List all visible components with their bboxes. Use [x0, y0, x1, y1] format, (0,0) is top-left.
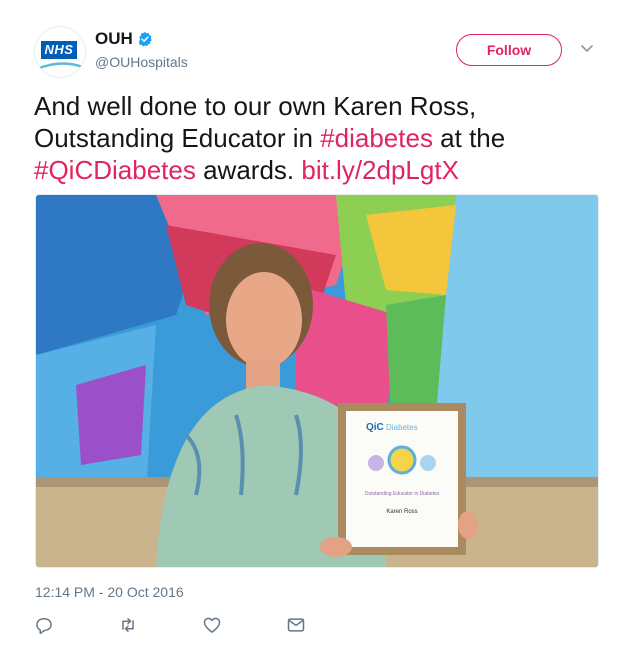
follow-button[interactable]: Follow: [456, 34, 562, 66]
swoosh-icon: [36, 62, 84, 71]
like-button[interactable]: [202, 614, 286, 636]
reply-button[interactable]: [34, 614, 118, 636]
message-button[interactable]: [286, 614, 370, 636]
display-name[interactable]: OUH: [95, 29, 133, 49]
verified-badge-icon: [138, 32, 152, 47]
like-icon: [203, 617, 221, 633]
action-bar: [34, 614, 370, 636]
tweet-text: And well done to our own Karen Ross, Out…: [34, 90, 604, 186]
certificate-brand-sub: Diabetes: [386, 423, 418, 432]
tweet-text-part: at the: [432, 123, 506, 153]
reply-icon: [36, 618, 52, 635]
tweet-link[interactable]: bit.ly/2dpLgtX: [301, 155, 459, 185]
tweet-photo[interactable]: QiC Diabetes Outstanding Educator in Dia…: [35, 194, 599, 568]
name-row[interactable]: OUH: [95, 29, 153, 49]
avatar[interactable]: NHS: [34, 26, 86, 78]
retweet-button[interactable]: [118, 614, 202, 636]
certificate-award: Outstanding Educator in Diabetes: [365, 491, 440, 497]
hashtag-qicdiabetes[interactable]: #QiCDiabetes: [34, 155, 196, 185]
tweet-text-part: awards.: [195, 155, 302, 185]
hashtag-diabetes[interactable]: #diabetes: [320, 123, 433, 153]
retweet-icon: [122, 618, 134, 632]
nhs-logo: NHS: [41, 41, 77, 59]
message-icon: [287, 618, 305, 632]
user-handle[interactable]: @OUHospitals: [95, 54, 188, 70]
chevron-down-icon[interactable]: [580, 44, 594, 54]
photo-illustration: QiC Diabetes Outstanding Educator in Dia…: [36, 195, 598, 567]
tweet-timestamp[interactable]: 12:14 PM - 20 Oct 2016: [35, 584, 184, 600]
certificate-name: Karen Ross: [386, 509, 417, 515]
certificate-brand: QiC: [366, 422, 384, 433]
